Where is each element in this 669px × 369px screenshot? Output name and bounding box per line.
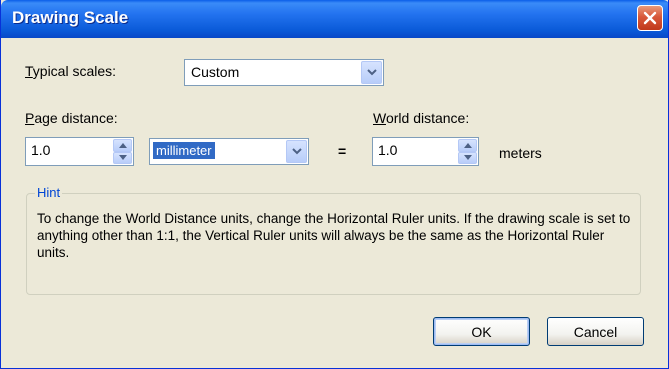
spin-up-icon [118,142,127,148]
spin-down-icon [118,155,127,161]
page-distance-unit-dropdown[interactable]: millimeter [149,138,309,165]
page-distance-increment[interactable] [113,139,132,152]
page-distance-unit-value: millimeter [153,142,215,159]
world-distance-spinner[interactable]: 1.0 [372,137,479,166]
world-distance-increment[interactable] [458,139,477,152]
world-distance-input[interactable]: 1.0 [378,142,397,158]
spin-down-icon [463,155,472,161]
chevron-down-icon [366,69,377,76]
typical-scales-dropdown[interactable]: Custom [184,59,384,86]
typical-scales-value: Custom [191,64,240,80]
chevron-down-icon [291,148,302,155]
world-distance-decrement[interactable] [458,151,477,164]
world-distance-label: World distance: [373,110,470,126]
page-distance-label: Page distance: [25,110,118,126]
window-title: Drawing Scale [12,8,129,27]
close-icon [643,11,657,25]
equals-sign: = [338,143,347,159]
page-distance-unit-dropdown-button[interactable] [286,140,307,163]
page-distance-decrement[interactable] [113,151,132,164]
spin-up-icon [463,142,472,148]
title-bar[interactable]: Drawing Scale [1,0,668,38]
typical-scales-label: Typical scales: [25,63,117,79]
page-distance-input[interactable]: 1.0 [31,142,50,158]
cancel-button[interactable]: Cancel [547,317,644,346]
ok-button[interactable]: OK [433,317,530,346]
typical-scales-dropdown-button[interactable] [361,61,382,84]
hint-text: To change the World Distance units, chan… [37,211,631,260]
world-distance-unit: meters [499,145,542,161]
hint-title: Hint [35,185,63,200]
close-button[interactable] [637,5,663,31]
page-distance-spinner[interactable]: 1.0 [25,137,134,166]
drawing-scale-dialog: Drawing Scale Typical scales: Custom Pag… [0,0,669,369]
